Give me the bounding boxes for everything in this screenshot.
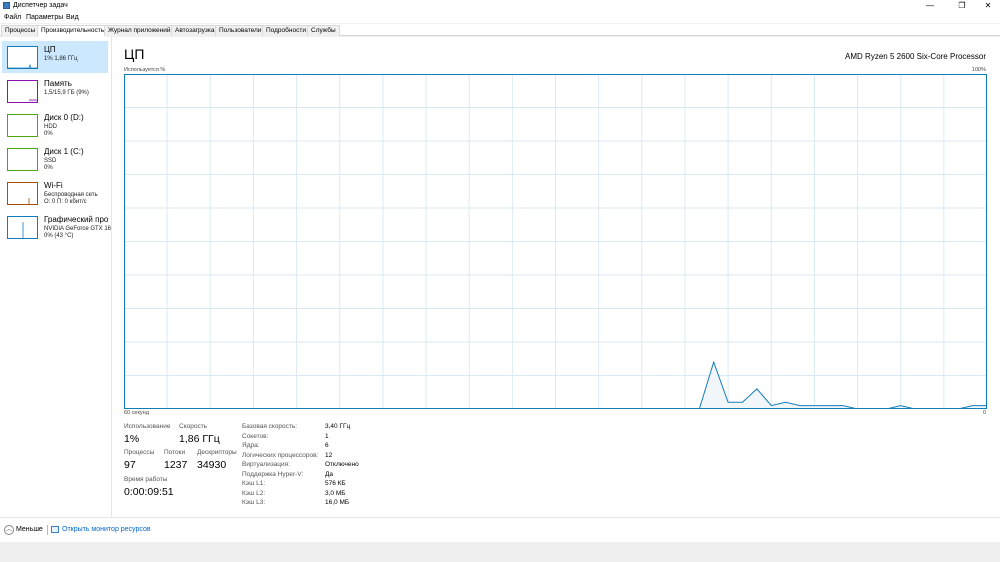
usage-value: 1% [124,433,140,445]
close-button[interactable]: ✕ [978,0,998,12]
cpu-thumbnail [7,46,38,69]
sidebar-item-detail: HDD [44,124,57,130]
sidebar-item-detail: 0% [44,131,53,137]
resource-sidebar: ЦП 1% 1,86 ГГц Память 1,5/15,9 ГБ (9%) Д… [0,37,112,517]
sidebar-item-detail: 0% [44,165,53,171]
page-title: ЦП [124,46,145,62]
spec-key: Кэш L1: [242,480,266,487]
spec-value: Отключено [325,461,359,468]
x-axis-label: 60 секунд [124,410,149,416]
sidebar-item-title: Память [44,79,72,88]
sidebar-item-title: ЦП [44,45,56,54]
menu-file[interactable]: Файл [4,14,21,21]
uptime-label: Время работы [124,476,168,483]
tab-processes[interactable]: Процессы [1,25,40,36]
handles-value: 34930 [197,459,227,471]
handles-label: Дескрипторы [197,449,237,456]
gpu-thumbnail [7,216,38,239]
disk-0-thumbnail [7,114,38,137]
cpu-details: ЦП AMD Ryzen 5 2600 Six-Core Processor И… [112,37,1000,517]
footer-divider [47,525,48,535]
speed-label: Скорость [179,423,208,430]
threads-label: Потоки [164,449,186,456]
tab-performance[interactable]: Производительность [37,25,109,37]
sidebar-item-disk-0[interactable]: Диск 0 (D:) HDD 0% [2,109,108,141]
tab-bar: Процессы Производительность Журнал прило… [0,24,1000,37]
spec-value: 3,0 МБ [325,489,346,497]
spec-value: 3,40 ГГц [325,423,351,430]
sidebar-item-detail: О: 0 П: 0 кбит/с [44,199,87,205]
spec-key: Базовая скорость: [242,423,298,430]
footer-bar: ︿ Меньше Открыть монитор ресурсов [0,517,1000,542]
sidebar-item-title: Wi-Fi [44,181,63,190]
cpu-model: AMD Ryzen 5 2600 Six-Core Processor [845,52,986,61]
spec-value: 12 [325,451,333,459]
y-max-label: 100% [971,67,986,73]
spec-key: Виртуализация: [242,461,290,468]
sidebar-item-detail: 0% (43 °C) [44,233,74,239]
sidebar-item-detail: NVIDIA GeForce GTX 16 [44,226,112,232]
sidebar-item-disk-1[interactable]: Диск 1 (C:) SSD 0% [2,143,108,175]
spec-key: Кэш L2: [242,489,266,497]
spec-value: 16,0 МБ [325,499,350,506]
chevron-up-icon: ︿ [4,525,14,535]
spec-key: Ядра: [242,442,260,449]
open-resource-monitor-label: Открыть монитор ресурсов [62,526,151,533]
sidebar-item-memory[interactable]: Память 1,5/15,9 ГБ (9%) [2,75,108,107]
tab-users[interactable]: Пользователи [215,25,266,36]
cpu-usage-graph [124,74,987,409]
fewer-details-label: Меньше [16,526,43,533]
y-min-label: 0 [982,410,986,416]
sidebar-item-cpu[interactable]: ЦП 1% 1,86 ГГц [2,41,108,73]
spec-key: Логических процессоров: [242,451,319,459]
sidebar-item-detail: 1,5/15,9 ГБ (9%) [44,90,89,96]
sidebar-item-title: Диск 0 (D:) [44,113,84,122]
maximize-button[interactable]: ❐ [952,0,972,12]
task-manager-icon [3,2,10,9]
spec-value: Да [325,470,334,478]
sidebar-item-detail: SSD [44,158,57,164]
speed-value: 1,86 ГГц [179,433,220,445]
minimize-button[interactable]: — [920,0,940,12]
spec-value: 576 КБ [325,480,346,487]
spec-key: Кэш L3: [242,499,266,506]
tab-app-history[interactable]: Журнал приложений [104,25,175,36]
disk-1-thumbnail [7,148,38,171]
threads-value: 1237 [164,459,188,471]
spec-key: Поддержка Hyper-V: [242,470,304,478]
window-title: Диспетчер задач [13,2,68,9]
title-bar: Диспетчер задач — ❐ ✕ [0,0,1000,12]
uptime-value: 0:00:09:51 [124,486,174,498]
memory-thumbnail [7,80,38,103]
performance-panel: ЦП 1% 1,86 ГГц Память 1,5/15,9 ГБ (9%) Д… [0,37,1000,517]
sidebar-item-detail: Беспроводная сеть [44,192,98,198]
processes-label: Процессы [124,449,155,456]
resource-monitor-icon [51,526,59,533]
spec-value: 1 [325,432,329,440]
sidebar-item-detail: 1% 1,86 ГГц [44,56,78,62]
tab-startup[interactable]: Автозагрузка [171,25,219,36]
fewer-details-button[interactable]: ︿ Меньше [4,524,43,536]
processes-value: 97 [124,459,136,471]
tab-services[interactable]: Службы [307,25,340,36]
usage-label: Использование [124,423,171,430]
wifi-thumbnail [7,182,38,205]
menu-options[interactable]: Параметры [26,14,63,21]
y-axis-label: Используется % [124,67,166,73]
menu-view[interactable]: Вид [66,14,79,21]
spec-value: 6 [325,442,329,449]
sidebar-item-title: Графический про [44,215,109,224]
spec-key: Сокетов: [242,432,269,440]
open-resource-monitor-link[interactable]: Открыть монитор ресурсов [51,524,151,536]
sidebar-item-gpu[interactable]: Графический про NVIDIA GeForce GTX 16 0%… [2,211,112,243]
sidebar-item-wifi[interactable]: Wi-Fi Беспроводная сеть О: 0 П: 0 кбит/с [2,177,108,209]
sidebar-item-title: Диск 1 (C:) [44,147,84,156]
menu-bar: Файл Параметры Вид [0,12,1000,23]
tab-details[interactable]: Подробности [262,25,310,36]
